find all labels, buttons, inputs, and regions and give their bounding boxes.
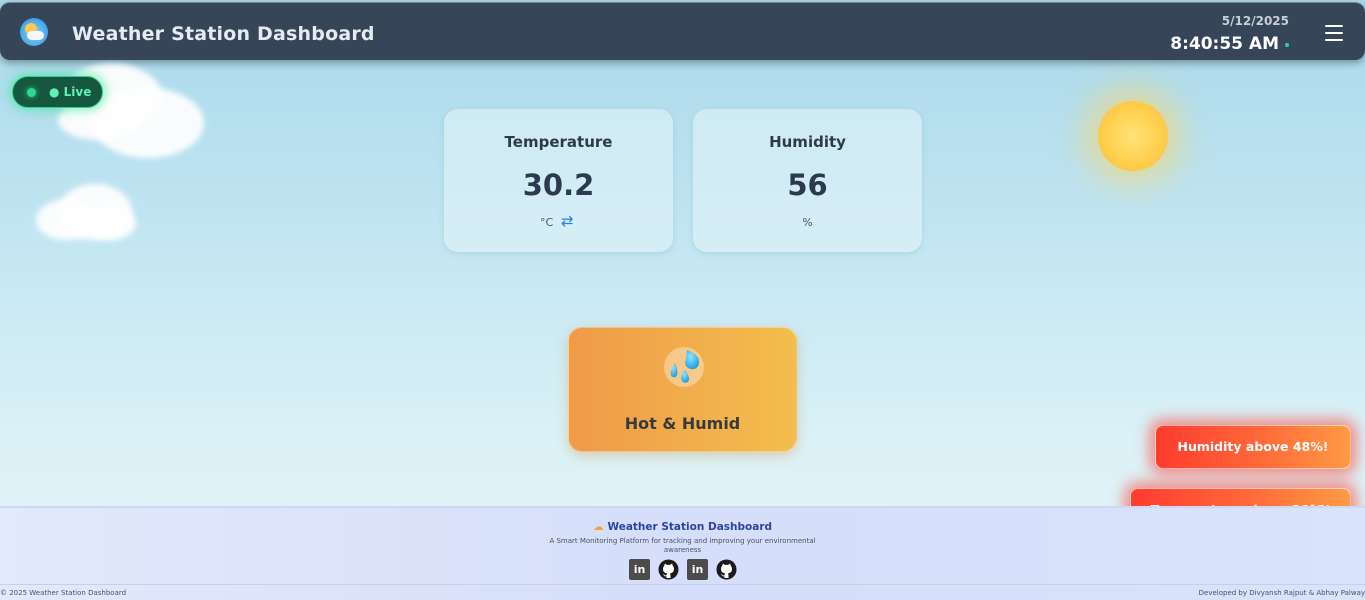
temperature-unit: °C [540, 216, 554, 229]
current-date: 5/12/2025 [1221, 14, 1289, 28]
humidity-unit: % [802, 216, 813, 229]
app-title: Weather Station Dashboard [72, 23, 375, 45]
time-indicator-dot [1285, 43, 1289, 47]
sun-icon [1098, 101, 1168, 171]
footer-tagline: A Smart Monitoring Platform for tracking… [549, 537, 816, 554]
linkedin-icon[interactable]: in [687, 559, 708, 580]
live-indicator-dot [27, 88, 36, 97]
github-icon[interactable] [658, 559, 679, 580]
linkedin-icon[interactable]: in [629, 559, 650, 580]
top-navbar: Weather Station Dashboard 5/12/2025 8:40… [0, 2, 1365, 60]
sweat-droplets-icon [664, 347, 704, 387]
swap-arrows-icon[interactable]: ⇄ [561, 212, 574, 230]
humidity-card: Humidity 56 % [693, 109, 922, 252]
developer-credits: Developed by Divyansh Rajput & Abhay Pal… [1198, 589, 1365, 597]
live-status-badge: ● Live [12, 76, 103, 108]
footer-title: ☁ Weather Station Dashboard [0, 521, 1365, 533]
copyright-text: © 2025 Weather Station Dashboard [0, 589, 127, 597]
hamburger-menu-icon[interactable] [1325, 25, 1343, 41]
condition-label: Hot & Humid [624, 414, 741, 433]
github-icon[interactable] [716, 559, 737, 580]
temperature-value: 30.2 [522, 168, 595, 202]
sun-cloud-icon: ☁ [592, 521, 604, 533]
humidity-value: 56 [787, 168, 828, 202]
temperature-title: Temperature [504, 133, 613, 151]
footer-bottom-bar: © 2025 Weather Station Dashboard Develop… [0, 584, 1365, 600]
temperature-card: Temperature 30.2 °C ⇄ [444, 109, 673, 252]
humidity-alert-toast[interactable]: Humidity above 48%! [1155, 425, 1351, 469]
live-label: ● Live [49, 85, 92, 99]
current-time: 8:40:55 AM [1170, 34, 1279, 54]
humidity-title: Humidity [769, 133, 846, 151]
sun-cloud-icon [20, 18, 48, 46]
footer-title-text: Weather Station Dashboard [607, 521, 773, 533]
footer: ☁ Weather Station Dashboard A Smart Monit… [0, 506, 1365, 600]
weather-condition-card: Hot & Humid [568, 327, 797, 452]
